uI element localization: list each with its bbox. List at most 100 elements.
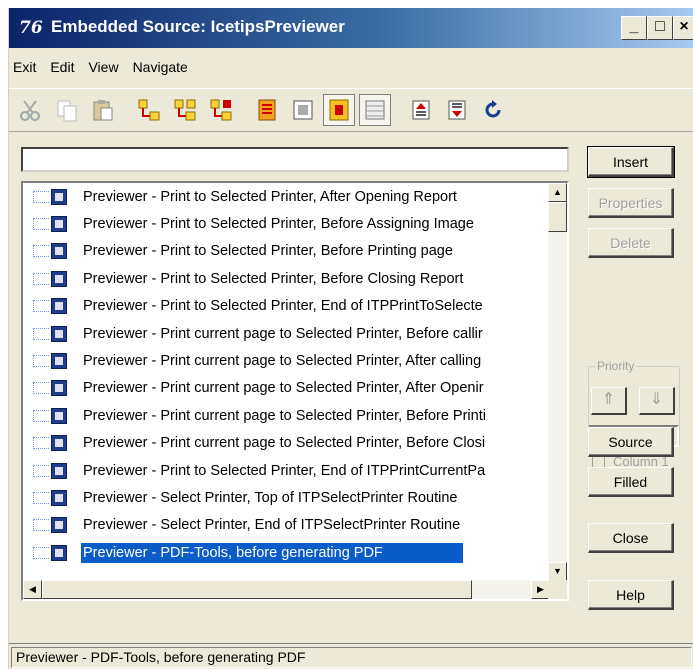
tree-row[interactable]: Previewer - Print to Selected Printer, B… [23, 265, 550, 292]
embed-node-icon [51, 243, 67, 260]
tree-connector [33, 245, 49, 258]
scroll-up-button[interactable]: ▲ [548, 183, 567, 202]
embed-node-icon [51, 188, 67, 205]
tree-row[interactable]: Previewer - Print current page to Select… [23, 402, 550, 429]
close-button[interactable]: Close [588, 523, 674, 553]
tree-connector [33, 464, 49, 477]
tree-row-label: Previewer - Print to Selected Printer, B… [83, 243, 453, 260]
tree-connector [33, 519, 49, 532]
menu-bar: Exit Edit View Navigate [9, 54, 693, 80]
tree-row-label: Previewer - Print to Selected Printer, B… [83, 216, 474, 233]
tree-row[interactable]: Previewer - Select Printer, End of ITPSe… [23, 512, 550, 539]
tree-row-label: Previewer - Print to Selected Printer, B… [83, 270, 464, 287]
tree-connector [33, 409, 49, 422]
close-window-button[interactable]: × [673, 16, 693, 40]
tree-row[interactable]: Previewer - Select Printer, Top of ITPSe… [23, 484, 550, 511]
scroll-left-button[interactable]: ◀ [23, 580, 42, 599]
embed-node-icon [51, 435, 67, 452]
minimize-button[interactable]: _ [621, 16, 647, 40]
horizontal-scroll-thumb[interactable] [42, 580, 472, 599]
tree-row[interactable]: Previewer - Print to Selected Printer, A… [23, 183, 550, 210]
tree-connector [33, 355, 49, 368]
embed-tree[interactable]: Previewer - Print to Selected Printer, A… [21, 181, 569, 601]
embed-node-icon [51, 380, 67, 397]
window-title: Embedded Source: IcetipsPreviewer [51, 17, 345, 36]
embed-node-icon [51, 462, 67, 479]
menu-view[interactable]: View [88, 59, 118, 75]
embed-node-icon [51, 489, 67, 506]
tree-row[interactable]: Previewer - Print current page to Select… [23, 347, 550, 374]
priority-down-icon[interactable]: ⇓ [639, 387, 675, 415]
filter-input[interactable] [21, 147, 569, 172]
embed-node-icon [51, 298, 67, 315]
tree-row[interactable]: Previewer - Print current page to Select… [23, 320, 550, 347]
tree-row[interactable]: Previewer - Print to Selected Printer, B… [23, 210, 550, 237]
next-icon[interactable] [441, 94, 473, 126]
previous-icon[interactable] [405, 94, 437, 126]
embed-node-icon [51, 407, 67, 424]
tree-connector [33, 491, 49, 504]
tree-row[interactable]: Previewer - Print to Selected Printer, E… [23, 293, 550, 320]
list-icon[interactable] [251, 94, 283, 126]
tree-row-label: Previewer - Print current page to Select… [83, 353, 482, 370]
embed-node-icon [51, 270, 67, 287]
help-button[interactable]: Help [588, 580, 674, 610]
embedded-source-window: 76 Embedded Source: IcetipsPreviewer _ □… [8, 8, 693, 669]
tree-rows: Previewer - Print to Selected Printer, A… [23, 183, 550, 581]
tree-row-label: Previewer - Print current page to Select… [83, 407, 486, 424]
scroll-corner [548, 580, 567, 599]
tree-row[interactable]: Previewer - Print to Selected Printer, B… [23, 238, 550, 265]
embed-node-icon [51, 216, 67, 233]
toolbar [9, 88, 693, 132]
priority-up-icon[interactable]: ⇑ [591, 387, 627, 415]
delete-button[interactable]: Delete [588, 228, 674, 258]
priority-label: Priority [595, 359, 637, 373]
horizontal-scrollbar[interactable]: ◀ ▶ [23, 580, 550, 599]
source-button[interactable]: Source [588, 427, 674, 457]
properties-button[interactable]: Properties [588, 188, 674, 218]
menu-exit[interactable]: Exit [13, 59, 36, 75]
filled-icon[interactable] [323, 94, 355, 126]
tree-filled-icon[interactable] [205, 94, 237, 126]
refresh-icon[interactable] [477, 94, 509, 126]
embed-node-icon [51, 325, 67, 342]
tree-row-label: Previewer - Print current page to Select… [83, 380, 484, 397]
tree-collapse-icon[interactable] [169, 94, 201, 126]
vertical-scroll-thumb[interactable] [548, 202, 567, 232]
tree-row-label: Previewer - Print to Selected Printer, A… [83, 188, 457, 205]
grid-icon[interactable] [359, 94, 391, 126]
tree-connector [33, 190, 49, 203]
tree-row[interactable]: Previewer - PDF-Tools, before generating… [23, 539, 550, 566]
embed-node-icon [51, 544, 67, 561]
paste-icon[interactable] [87, 94, 119, 126]
menu-edit[interactable]: Edit [50, 59, 74, 75]
tree-connector [33, 327, 49, 340]
tree-row-label: Previewer - Select Printer, Top of ITPSe… [83, 489, 458, 506]
cut-icon[interactable] [15, 94, 47, 126]
insert-button[interactable]: Insert [587, 146, 675, 178]
tree-row-label: Previewer - Select Printer, End of ITPSe… [83, 517, 461, 534]
embed-node-icon [51, 353, 67, 370]
title-bar: 76 Embedded Source: IcetipsPreviewer _ □… [9, 8, 693, 48]
status-text: Previewer - PDF-Tools, before generating… [11, 647, 692, 668]
tree-connector [33, 272, 49, 285]
vertical-scrollbar[interactable]: ▲ ▼ [548, 183, 567, 581]
tree-row-label: Previewer - PDF-Tools, before generating… [81, 542, 463, 563]
embed-icon[interactable] [287, 94, 319, 126]
filled-button[interactable]: Filled [588, 467, 674, 497]
maximize-button[interactable]: □ [647, 16, 673, 40]
tree-row-label: Previewer - Print to Selected Printer, E… [83, 462, 486, 479]
status-bar: Previewer - PDF-Tools, before generating… [9, 643, 693, 669]
tree-row-label: Previewer - Print current page to Select… [83, 325, 483, 342]
tree-row[interactable]: Previewer - Print current page to Select… [23, 430, 550, 457]
app-icon: 76 [19, 18, 43, 38]
embed-node-icon [51, 517, 67, 534]
tree-connector [33, 546, 49, 559]
tree-row[interactable]: Previewer - Print current page to Select… [23, 375, 550, 402]
tree-connector [33, 218, 49, 231]
tree-row[interactable]: Previewer - Print to Selected Printer, E… [23, 457, 550, 484]
menu-navigate[interactable]: Navigate [133, 59, 188, 75]
tree-expand-icon[interactable] [133, 94, 165, 126]
copy-icon[interactable] [51, 94, 83, 126]
scroll-down-button[interactable]: ▼ [548, 562, 567, 581]
